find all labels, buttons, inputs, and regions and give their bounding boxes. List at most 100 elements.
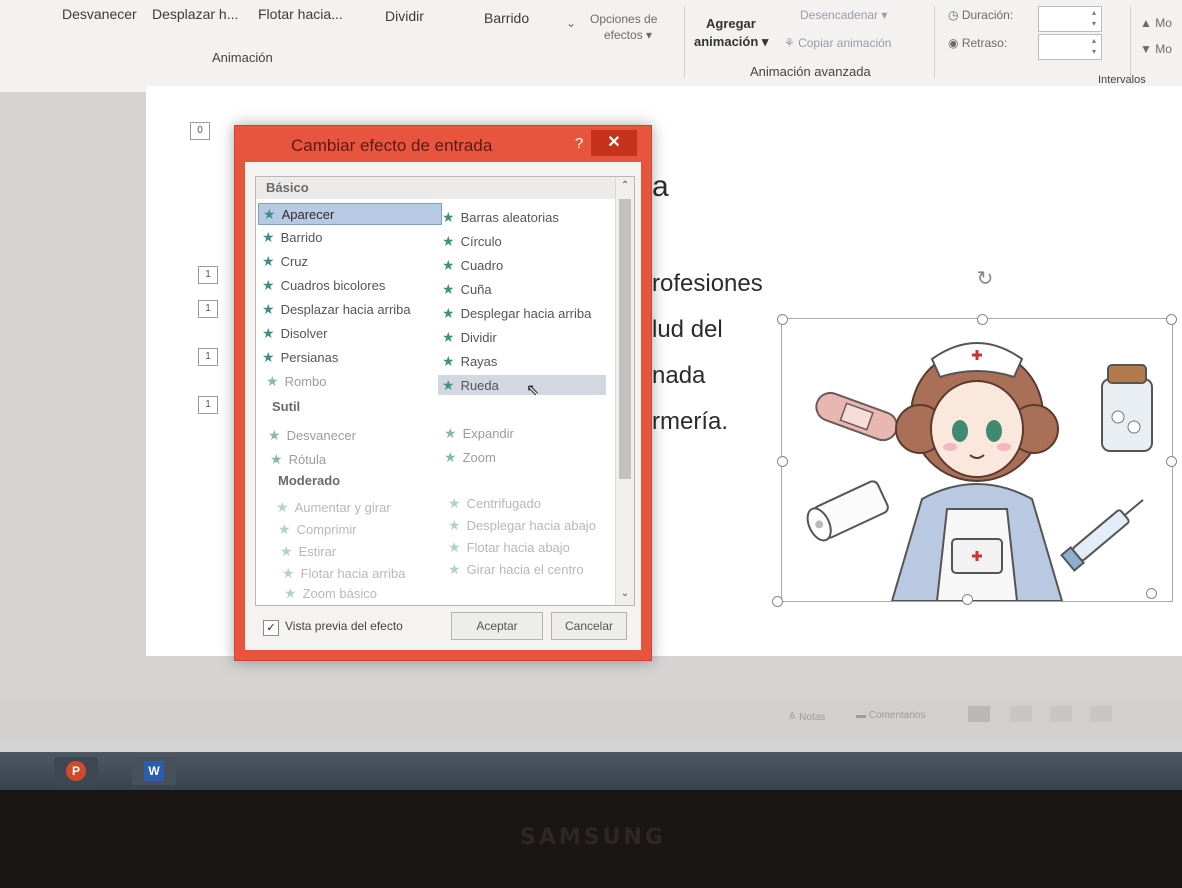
effect-item[interactable]: ★ Desplegar hacia abajo — [444, 515, 596, 535]
animation-tag[interactable]: 1 — [198, 396, 218, 414]
copy-animation-label: Copiar animación — [798, 36, 892, 50]
powerpoint-taskbar-button[interactable]: P — [54, 757, 98, 785]
move-earlier-button[interactable]: ▲ Mo — [1140, 16, 1172, 30]
animation-tag[interactable]: 1 — [198, 348, 218, 366]
scroll-down-icon[interactable]: ⌄ — [616, 585, 634, 603]
preview-effect-label[interactable]: Vista previa del efecto — [285, 619, 403, 633]
trigger-button[interactable]: Desencadenar ▾ — [800, 8, 887, 22]
normal-view-icon[interactable] — [968, 706, 990, 722]
slideshow-icon[interactable] — [1090, 706, 1112, 722]
resize-handle[interactable] — [777, 456, 788, 467]
effect-fade-button[interactable]: Desvanecer — [62, 6, 137, 22]
effect-item[interactable]: ★ Dividir — [438, 327, 497, 347]
comments-button[interactable]: ▬ Comentarios — [856, 710, 925, 721]
effect-item[interactable]: ★ Barrido — [258, 227, 322, 247]
effect-item[interactable]: ★ Cuadros bicolores — [258, 275, 385, 295]
animation-tag[interactable]: 1 — [198, 300, 218, 318]
effect-item[interactable]: ★ Disolver — [258, 323, 328, 343]
star-icon: ★ — [448, 517, 461, 533]
help-icon[interactable]: ? — [567, 132, 591, 156]
cancel-button[interactable]: Cancelar — [551, 612, 627, 640]
effect-split-button[interactable]: Dividir — [385, 8, 424, 24]
effects-list[interactable]: Básico ★ Aparecer ★ Barrido ★ Cruz ★ Cuadros… — [255, 176, 635, 606]
star-icon: ★ — [444, 425, 457, 441]
reading-view-icon[interactable] — [1050, 706, 1072, 722]
effect-item[interactable]: ★ Rayas — [438, 351, 497, 371]
intervals-group-label: Intervalos — [1098, 74, 1146, 86]
effect-item[interactable]: ★ Zoom básico — [280, 583, 377, 603]
effect-item[interactable]: ★ Desvanecer — [264, 425, 356, 445]
move-later-button[interactable]: ▼ Mo — [1140, 42, 1172, 56]
star-icon: ★ — [270, 451, 283, 467]
star-icon: ★ — [282, 565, 295, 581]
duration-label: ◷ Duración: — [948, 8, 1014, 22]
animation-tag[interactable]: 1 — [198, 266, 218, 284]
spin-up-icon[interactable]: ▴ — [1089, 36, 1099, 46]
word-icon: W — [144, 761, 164, 781]
star-icon: ★ — [278, 521, 291, 537]
star-icon: ★ — [448, 495, 461, 511]
resize-handle[interactable] — [772, 596, 783, 607]
delay-input[interactable]: ▴ ▾ — [1038, 34, 1102, 60]
effect-item[interactable]: ★ Comprimir — [274, 519, 357, 539]
close-icon[interactable]: ✕ — [591, 130, 637, 156]
effect-item[interactable]: ★ Girar hacia el centro — [444, 559, 584, 579]
delay-label: ◉ Retraso: — [948, 36, 1008, 50]
ok-button[interactable]: Aceptar — [451, 612, 543, 640]
effect-item[interactable]: ★ Rueda — [438, 375, 606, 395]
resize-handle[interactable] — [1146, 588, 1157, 599]
effect-item[interactable]: ★ Centrifugado — [444, 493, 541, 513]
dialog-body: Básico ★ Aparecer ★ Barrido ★ Cruz ★ Cuadros… — [245, 162, 641, 650]
scroll-thumb[interactable] — [619, 199, 631, 479]
effect-item[interactable]: ★ Rombo — [262, 371, 326, 391]
checkbox-icon[interactable]: ✓ — [263, 620, 279, 636]
gallery-more-icon[interactable]: ⌄ — [566, 16, 576, 30]
nurse-illustration[interactable] — [781, 318, 1173, 602]
spin-up-icon[interactable]: ▴ — [1089, 8, 1099, 18]
star-icon: ★ — [442, 233, 455, 249]
effect-item[interactable]: ★ Rótula — [266, 449, 326, 469]
effect-wipe-button[interactable]: Barrido — [484, 10, 529, 26]
effect-item[interactable]: ★ Estirar — [276, 541, 336, 561]
effect-options-label[interactable]: Opciones de — [590, 12, 657, 26]
star-icon: ★ — [448, 539, 461, 555]
effect-options-dropdown[interactable]: efectos ▾ — [604, 28, 652, 42]
animation-tag[interactable]: 0 — [190, 122, 210, 140]
slide-text-line: lud del — [652, 316, 723, 343]
effect-item[interactable]: ★ Aumentar y girar — [272, 497, 391, 517]
effect-fly-button[interactable]: Desplazar h... — [152, 6, 238, 22]
rotate-handle-icon[interactable]: ↻ — [974, 268, 996, 290]
effect-float-button[interactable]: Flotar hacia... — [258, 6, 343, 22]
resize-handle[interactable] — [1166, 456, 1177, 467]
notes-button[interactable]: ≙ Notas — [788, 712, 825, 723]
effect-item[interactable]: ★ Cuadro — [438, 255, 503, 275]
resize-handle[interactable] — [962, 594, 973, 605]
effect-item[interactable]: ★ Cuña — [438, 279, 492, 299]
effect-item[interactable]: ★ Zoom — [440, 447, 496, 467]
slide-sorter-icon[interactable] — [1010, 706, 1032, 722]
resize-handle[interactable] — [777, 314, 788, 325]
star-icon: ★ — [442, 377, 455, 393]
effect-item[interactable]: ★ Persianas — [258, 347, 338, 367]
effect-item[interactable]: ★ Cruz — [258, 251, 308, 271]
copy-animation-button[interactable]: ⚘ Copiar animación — [784, 36, 891, 50]
effects-scrollbar[interactable]: ⌃ ⌄ — [615, 177, 634, 605]
effect-item[interactable]: ★ Desplegar hacia arriba — [438, 303, 591, 323]
spin-down-icon[interactable]: ▾ — [1089, 19, 1099, 29]
word-taskbar-button[interactable]: W — [132, 757, 176, 785]
effect-item[interactable]: ★ Barras aleatorias — [438, 207, 559, 227]
duration-input[interactable]: ▴ ▾ — [1038, 6, 1102, 32]
add-animation-button[interactable]: Agregar — [706, 16, 756, 31]
effect-item[interactable]: ★ Flotar hacia arriba — [278, 563, 405, 583]
scroll-up-icon[interactable]: ⌃ — [616, 177, 634, 195]
effect-item[interactable]: ★ Expandir — [440, 423, 514, 443]
effect-item[interactable]: ★ Desplazar hacia arriba — [258, 299, 411, 319]
effect-item[interactable]: ★ Flotar hacia abajo — [444, 537, 570, 557]
resize-handle[interactable] — [977, 314, 988, 325]
resize-handle[interactable] — [1166, 314, 1177, 325]
spin-down-icon[interactable]: ▾ — [1089, 47, 1099, 57]
star-icon: ★ — [448, 561, 461, 577]
effect-item[interactable]: ★ Círculo — [438, 231, 502, 251]
effect-item[interactable]: ★ Aparecer — [258, 203, 442, 225]
add-animation-dropdown[interactable]: animación ▾ — [694, 34, 768, 50]
